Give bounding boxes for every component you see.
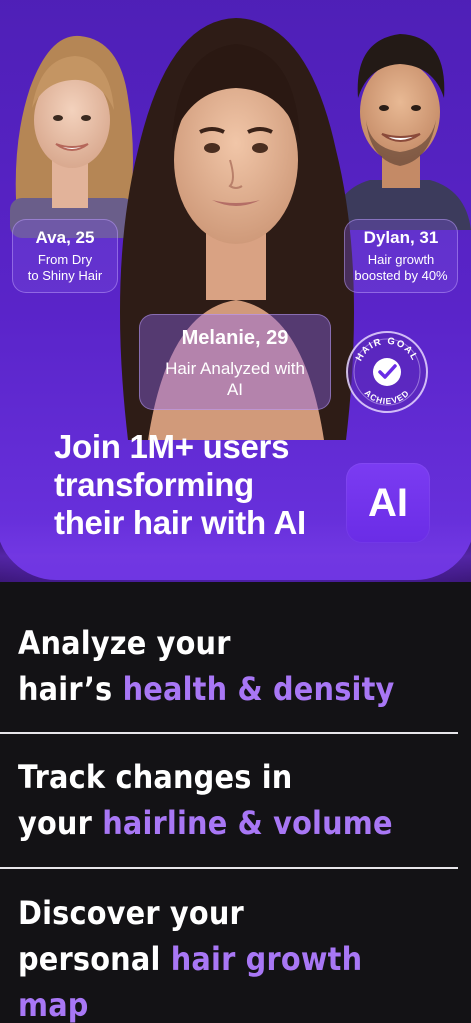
feature-line: Discover your [18, 894, 244, 932]
checkmark-icon [373, 358, 401, 386]
testimonial-caption-line2: boosted by 40% [354, 268, 448, 283]
testimonial-badge-dylan: Dylan, 31 Hair growth boosted by 40% [344, 219, 458, 293]
testimonial-caption-line2: AI [226, 380, 244, 399]
feature-line: Analyze your [18, 624, 231, 662]
testimonial-name: Ava, 25 [35, 228, 95, 247]
feature-analyze: Analyze your hair’s health & density [18, 620, 414, 712]
hero-headline-line: transforming [54, 466, 254, 503]
hair-goal-achieved-seal: HAIR GOAL ACHIEVED [346, 331, 428, 413]
feature-line: your hairline & volume [18, 800, 414, 846]
testimonial-name: Melanie, 29 [181, 327, 289, 349]
feature-line: personal hair growth map [18, 936, 414, 1023]
feature-text: your [18, 804, 103, 842]
hero-section: Ava, 25 From Dry to Shiny Hair Dylan, 31… [0, 0, 471, 582]
onboarding-screen: Ava, 25 From Dry to Shiny Hair Dylan, 31… [0, 0, 471, 1023]
feature-line: hair’s health & density [18, 666, 414, 712]
hero-headline-line: Join 1M+ users [54, 428, 290, 465]
feature-text: hair’s [18, 670, 123, 708]
testimonial-badge-ava: Ava, 25 From Dry to Shiny Hair [12, 219, 118, 293]
feature-discover: Discover your personal hair growth map [18, 890, 414, 1023]
divider [0, 867, 458, 869]
testimonial-caption-line1: Hair Analyzed with [165, 359, 305, 378]
ai-badge: AI [346, 463, 430, 543]
testimonial-caption-line2: to Shiny Hair [27, 268, 103, 283]
testimonial-name: Dylan, 31 [363, 228, 439, 247]
testimonial-caption-line1: Hair growth [367, 252, 435, 267]
feature-highlight: health & density [122, 670, 395, 708]
divider [0, 732, 458, 734]
testimonial-badge-melanie: Melanie, 29 Hair Analyzed with AI [139, 314, 331, 410]
hero-headline: Join 1M+ users transforming their hair w… [54, 428, 344, 542]
feature-track: Track changes in your hairline & volume [18, 754, 414, 846]
feature-line: Track changes in [18, 758, 293, 796]
feature-text: personal [18, 940, 171, 978]
feature-highlight: hairline & volume [102, 804, 393, 842]
hero-headline-line: their hair with AI [54, 504, 306, 541]
testimonial-caption-line1: From Dry [37, 252, 93, 267]
